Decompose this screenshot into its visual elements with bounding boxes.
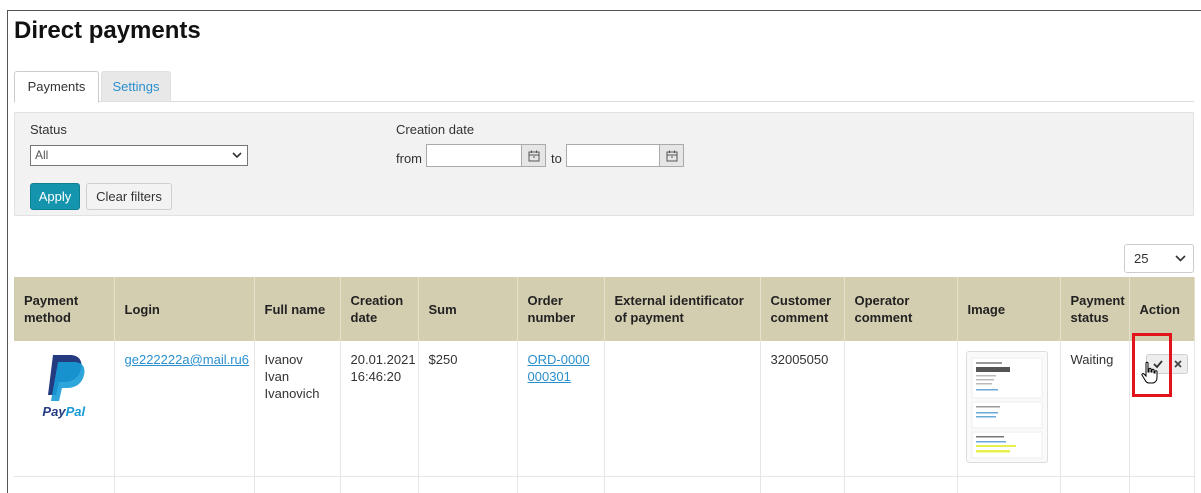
to-label: to [551,151,562,166]
page-title: Direct payments [14,17,201,44]
table-cell [254,476,341,493]
table-cell [1060,476,1130,493]
table-row: PayPal ge222222a@mail.ru6 Ivanov Ivan Iv… [14,341,1195,477]
customer-comment-cell: 32005050 [760,341,845,477]
column-header[interactable]: Creation date [340,277,419,341]
close-icon[interactable] [1169,354,1188,374]
per-page-select[interactable]: 25 [1124,244,1194,273]
status-label: Status [30,122,67,137]
tab-settings[interactable]: Settings [101,71,171,102]
order-number-link[interactable]: ORD-0000000301 [528,352,590,384]
calendar-icon[interactable] [660,144,684,167]
apply-button[interactable]: Apply [30,183,80,210]
column-header[interactable]: Payment method [14,277,115,341]
tab-payments[interactable]: Payments [14,71,99,103]
table-cell [844,476,958,493]
table-cell [517,476,605,493]
external-id-cell [604,341,761,477]
login-cell: ge222222a@mail.ru6 [114,341,255,477]
creation-date-label: Creation date [396,122,475,137]
table-cell [114,476,255,493]
order-number-cell: ORD-0000000301 [517,341,605,477]
column-header[interactable]: Action [1129,277,1195,341]
creation-date-cell: 20.01.2021 16:46:20 [340,341,419,477]
payment-method-cell: PayPal [14,341,115,477]
filter-panel: Status All Creation date from to Apply C… [14,112,1194,216]
column-header[interactable]: Image [957,277,1061,341]
table-cell [340,476,419,493]
operator-comment-cell [844,341,958,477]
per-page-value: 25 [1134,251,1149,266]
column-header[interactable]: Sum [418,277,518,341]
status-select-value: All [35,148,49,162]
sum-cell: $250 [418,341,518,477]
image-cell [957,341,1061,477]
column-header[interactable]: Customer comment [760,277,845,341]
tab-bar: Payments Settings [14,71,1194,103]
clear-filters-button[interactable]: Clear filters [86,183,172,210]
column-header[interactable]: Operator comment [844,277,958,341]
column-header[interactable]: External identificator of payment [604,277,761,341]
table-cell [418,476,518,493]
hand-cursor-icon [1140,361,1160,390]
payment-status-cell: Waiting [1060,341,1130,477]
table-header-row: Payment method Login Full name Creation … [14,277,1195,341]
table-cell [604,476,761,493]
column-header[interactable]: Full name [254,277,341,341]
table-row [14,476,1195,493]
table-cell [1129,476,1195,493]
status-select[interactable]: All [30,145,248,166]
column-header[interactable]: Login [114,277,255,341]
login-link[interactable]: ge222222a@mail.ru6 [125,352,250,367]
table-cell [957,476,1061,493]
payments-table: Payment method Login Full name Creation … [14,277,1195,493]
column-header[interactable]: Order number [517,277,605,341]
date-from-input[interactable] [426,144,522,167]
paypal-logo: PayPal [29,353,99,420]
from-label: from [396,151,422,166]
calendar-icon[interactable] [522,144,546,167]
date-to-input[interactable] [566,144,660,167]
receipt-thumbnail[interactable] [965,351,1048,463]
column-header[interactable]: Payment status [1060,277,1130,341]
full-name-cell: Ivanov Ivan Ivanovich [254,341,341,477]
table-cell [760,476,845,493]
table-cell [14,476,115,493]
chevron-down-icon [232,146,242,172]
